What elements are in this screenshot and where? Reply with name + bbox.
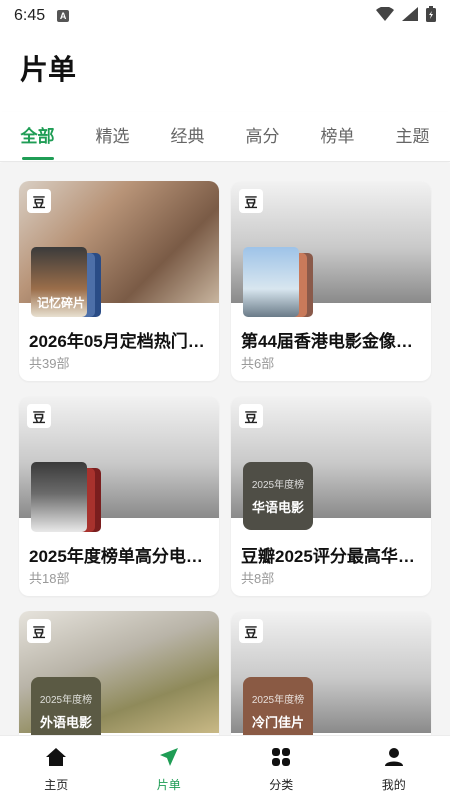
tab-underline <box>247 157 279 160</box>
douban-badge-icon: 豆 <box>239 619 263 643</box>
list-count: 共39部 <box>29 356 70 371</box>
user-icon <box>383 746 405 768</box>
home-icon <box>45 746 67 768</box>
tab-underline <box>97 157 129 160</box>
tile-subtitle: 2025年度榜 <box>251 480 305 491</box>
tab-label: 经典 <box>170 127 205 146</box>
film-list-card[interactable]: 豆 第44届香港电影金像… 共6部 <box>231 181 431 381</box>
tab-label: 精选 <box>95 127 130 146</box>
poster-stack <box>243 247 313 319</box>
tab-label: 全部 <box>20 127 55 146</box>
tab-featured[interactable]: 精选 <box>75 112 150 161</box>
annual-ranking-tile: 2025年度榜 冷门佳片 <box>243 677 313 735</box>
nav-home[interactable]: 主页 <box>0 736 113 800</box>
tab-rankings[interactable]: 榜单 <box>300 112 375 161</box>
tile-subtitle: 2025年度榜 <box>251 695 305 706</box>
list-title: 2026年05月定档热门… <box>29 332 205 351</box>
tab-underline <box>21 157 54 160</box>
nav-label: 我的 <box>381 778 406 792</box>
status-bar: 6:45 A <box>0 0 450 32</box>
poster: 记忆碎片 <box>31 247 87 317</box>
film-list-card[interactable]: 豆 2025年度榜 冷门佳片 <box>231 611 431 735</box>
list-title: 豆瓣2025评分最高华… <box>241 547 415 566</box>
nav-film-lists[interactable]: 片单 <box>113 736 226 800</box>
douban-badge-icon: 豆 <box>27 619 51 643</box>
film-list-card[interactable]: 豆 2025年度榜单高分电… 共18部 <box>19 396 219 596</box>
tab-label: 高分 <box>245 127 280 146</box>
notification-icon: A <box>57 10 70 22</box>
douban-badge-icon: 豆 <box>27 189 51 213</box>
tab-label: 主题 <box>395 127 430 146</box>
poster <box>243 247 299 317</box>
douban-badge-icon: 豆 <box>239 189 263 213</box>
status-indicators <box>376 5 436 27</box>
nav-categories[interactable]: 分类 <box>225 736 338 800</box>
list-title: 2025年度榜单高分电… <box>29 547 203 566</box>
poster <box>31 462 87 532</box>
tab-all[interactable]: 全部 <box>0 112 75 161</box>
tab-underline <box>322 157 354 160</box>
tab-underline <box>397 157 429 160</box>
nav-label: 主页 <box>44 778 69 792</box>
list-count: 共6部 <box>241 356 275 371</box>
page-title: 片单 <box>20 54 77 85</box>
film-list-card[interactable]: 豆 记忆碎片 2026年05月定档热门… 共39部 <box>19 181 219 381</box>
annual-ranking-tile: 2025年度榜 华语电影 <box>243 462 313 530</box>
bottom-nav: 主页 片单 分类 我的 <box>0 735 450 800</box>
tab-classic[interactable]: 经典 <box>150 112 225 161</box>
tile-title: 冷门佳片 <box>251 715 304 730</box>
film-list-card[interactable]: 豆 2025年度榜 华语电影 豆瓣2025评分最高华… 共8部 <box>231 396 431 596</box>
tile-subtitle: 2025年度榜 <box>39 695 93 706</box>
douban-badge-icon: 豆 <box>27 404 51 428</box>
nav-label: 片单 <box>156 778 181 792</box>
list-count: 共8部 <box>241 571 275 586</box>
status-time: 6:45 <box>14 7 46 24</box>
list-count: 共18部 <box>29 571 70 586</box>
list-title: 第44届香港电影金像… <box>241 332 413 351</box>
tile-title: 华语电影 <box>251 500 304 515</box>
tab-themes[interactable]: 主题 <box>375 112 450 161</box>
film-list-grid: 豆 记忆碎片 2026年05月定档热门… 共39部 豆 第44届香港电影金像… … <box>0 163 450 735</box>
tile-title: 外语电影 <box>39 715 92 730</box>
grid-icon <box>270 746 292 768</box>
tab-high-score[interactable]: 高分 <box>225 112 300 161</box>
send-icon <box>158 746 180 768</box>
annual-ranking-tile: 2025年度榜 外语电影 <box>31 677 101 735</box>
film-list-card[interactable]: 豆 2025年度榜 外语电影 <box>19 611 219 735</box>
wifi-icon <box>376 5 394 26</box>
poster-title: 记忆碎片 <box>37 296 86 310</box>
tab-underline <box>172 157 204 160</box>
nav-profile[interactable]: 我的 <box>338 736 450 800</box>
poster-stack: 记忆碎片 <box>31 247 101 319</box>
category-tabs: 全部 精选 经典 高分 榜单 主题 <box>0 112 450 162</box>
douban-badge-icon: 豆 <box>239 404 263 428</box>
poster-stack <box>31 462 101 534</box>
signal-icon <box>402 6 418 26</box>
nav-label: 分类 <box>269 778 294 792</box>
tab-label: 榜单 <box>320 127 355 146</box>
battery-icon <box>426 5 436 27</box>
